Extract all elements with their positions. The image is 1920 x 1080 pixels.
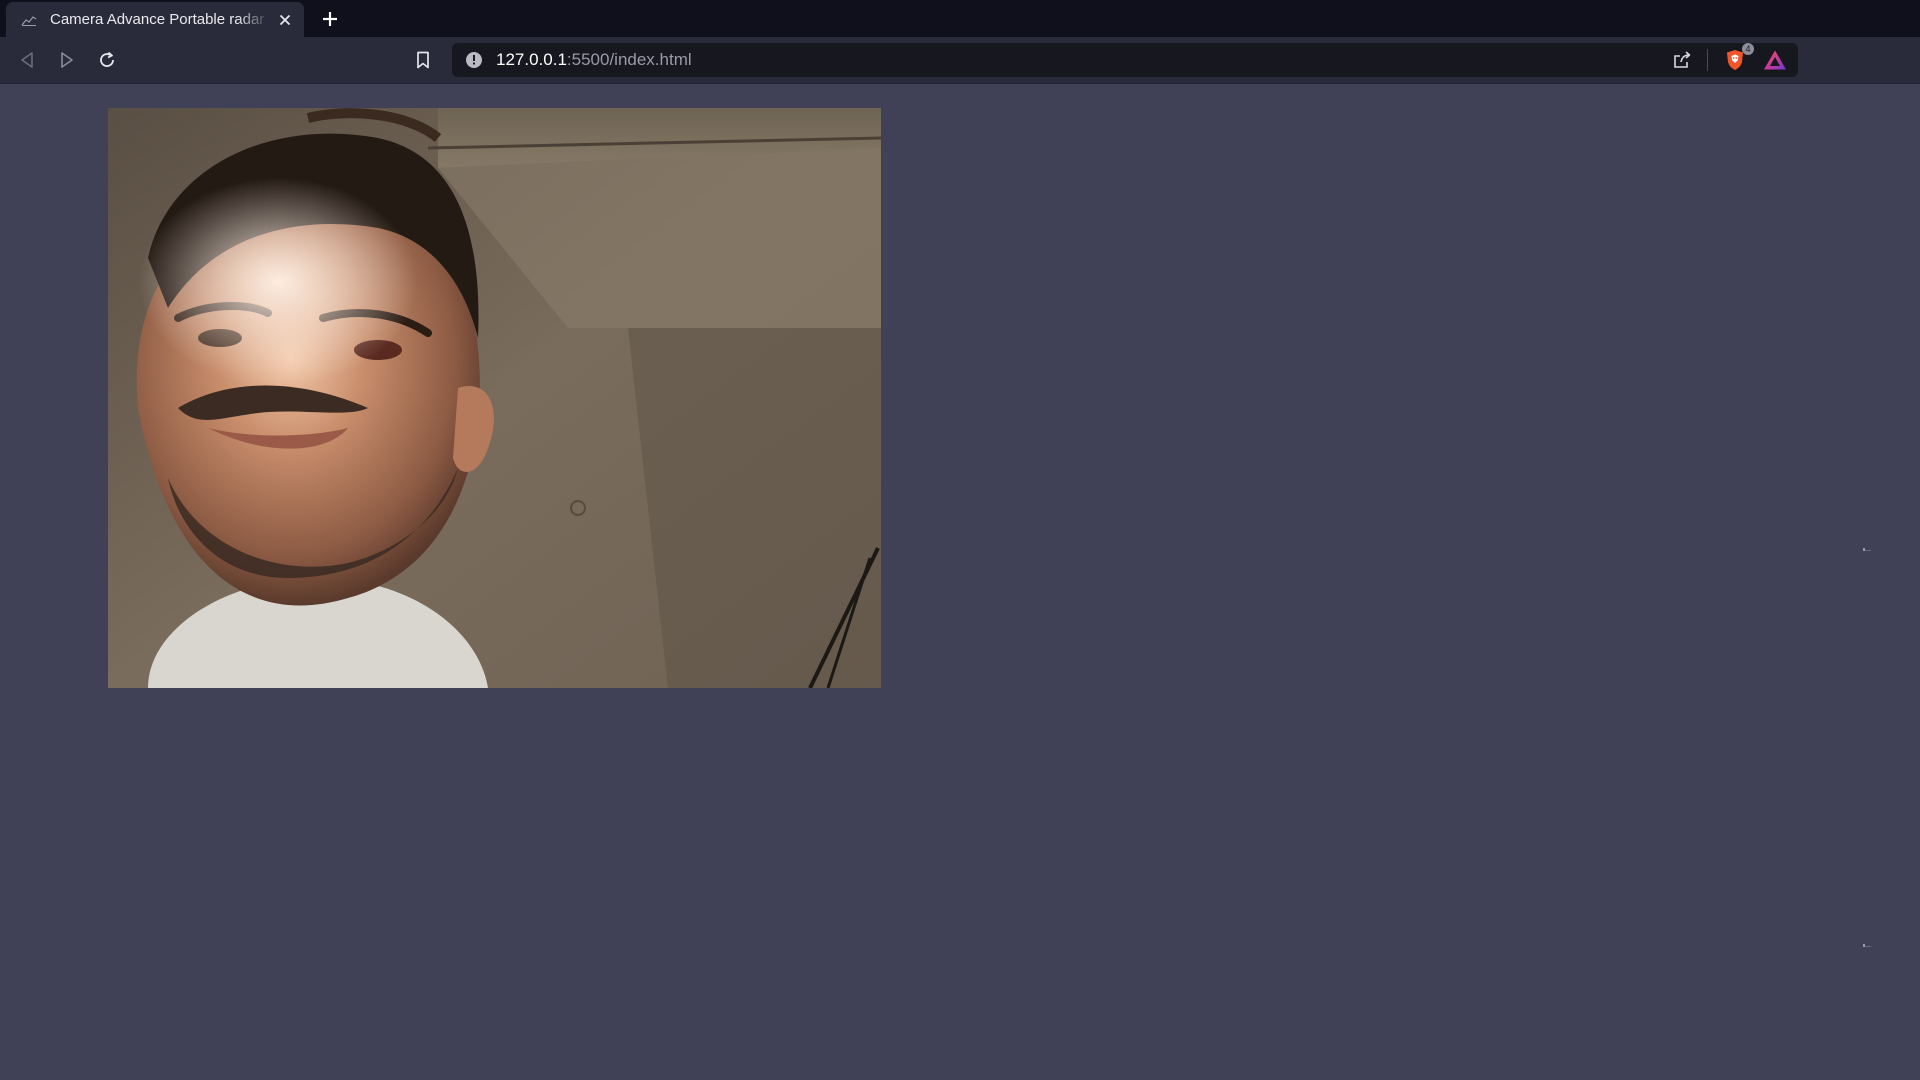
brave-rewards-icon[interactable] (1762, 47, 1788, 73)
forward-arrow-icon[interactable] (53, 46, 81, 74)
toolbar-divider (1707, 49, 1708, 71)
browser-toolbar: 127.0.0.1:5500/index.html 4 (0, 37, 1920, 84)
scroll-marker (1863, 548, 1871, 551)
share-icon[interactable] (1669, 47, 1695, 73)
plus-icon[interactable] (318, 7, 342, 31)
tab-title: Camera Advance Portable radar system (50, 11, 270, 28)
reload-icon[interactable] (93, 46, 121, 74)
address-bar[interactable]: 127.0.0.1:5500/index.html 4 (452, 43, 1798, 77)
active-tab[interactable]: Camera Advance Portable radar system (6, 2, 304, 37)
url-path: :5500/index.html (566, 50, 692, 69)
back-arrow-icon[interactable] (13, 46, 41, 74)
close-icon[interactable] (276, 11, 294, 29)
page-content (0, 84, 1920, 1080)
tab-strip: Camera Advance Portable radar system (0, 0, 1920, 37)
chart-favicon-icon (20, 11, 38, 29)
bookmark-icon[interactable] (409, 46, 437, 74)
url-host: 127.0.0.1 (496, 50, 567, 69)
scroll-marker (1863, 944, 1871, 947)
webcam-video-feed (108, 108, 881, 688)
url-text[interactable]: 127.0.0.1:5500/index.html (496, 50, 1669, 70)
url-actions: 4 (1669, 43, 1788, 73)
info-icon[interactable] (464, 50, 484, 70)
shields-count-badge: 4 (1742, 43, 1754, 55)
brave-shield-icon[interactable]: 4 (1722, 43, 1754, 73)
